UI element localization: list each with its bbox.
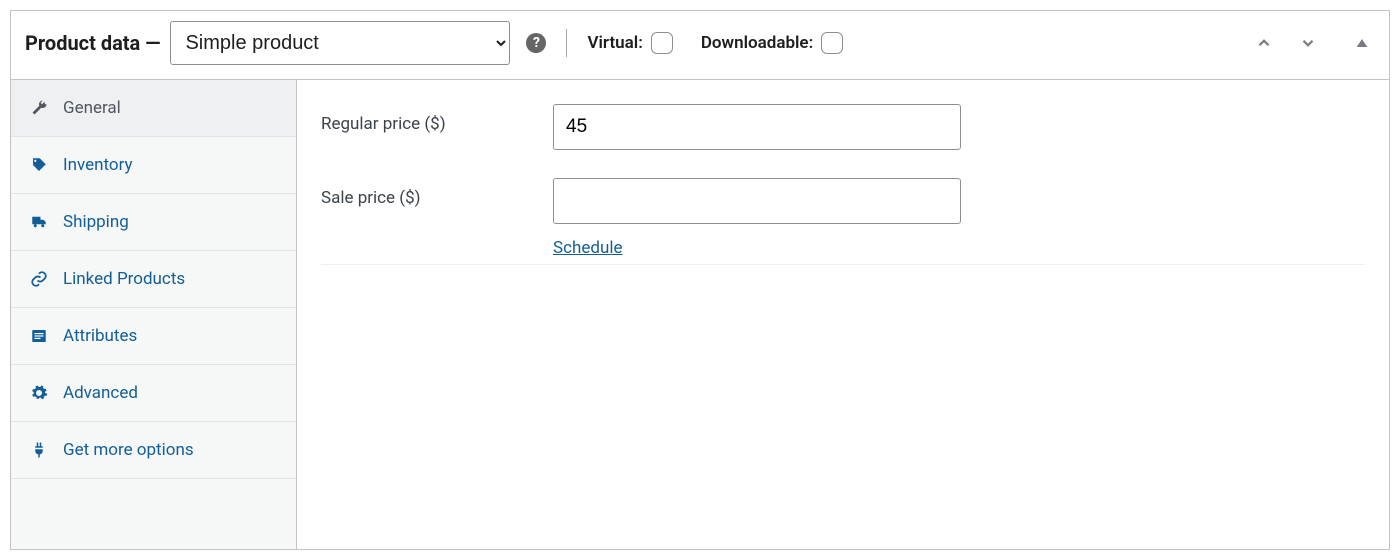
collapse-button[interactable] [1349, 30, 1375, 56]
move-down-button[interactable] [1295, 30, 1321, 56]
tab-label: Advanced [63, 383, 138, 403]
chevron-up-icon [1255, 34, 1273, 52]
tab-general[interactable]: General [11, 80, 296, 137]
tab-linked-products[interactable]: Linked Products [11, 251, 296, 308]
tag-icon [29, 155, 49, 175]
regular-price-input[interactable] [553, 104, 961, 150]
tab-label: Inventory [63, 155, 133, 175]
virtual-checkbox[interactable] [651, 32, 673, 54]
wrench-icon [29, 98, 49, 118]
regular-price-label: Regular price ($) [321, 104, 553, 134]
link-icon [29, 269, 49, 289]
downloadable-toggle[interactable]: Downloadable: [701, 32, 843, 54]
tab-get-more-options[interactable]: Get more options [11, 422, 296, 479]
product-type-select[interactable]: Simple product [170, 21, 510, 65]
list-icon [29, 326, 49, 346]
sale-price-row: Sale price ($) Schedule [321, 178, 1365, 258]
panel-body: General Inventory Shipping Linked Produc… [11, 80, 1389, 549]
tab-inventory[interactable]: Inventory [11, 137, 296, 194]
truck-icon [29, 212, 49, 232]
header-separator [566, 29, 567, 57]
help-icon[interactable]: ? [526, 33, 546, 53]
chevron-down-icon [1299, 34, 1317, 52]
virtual-toggle[interactable]: Virtual: [587, 32, 672, 54]
move-up-button[interactable] [1251, 30, 1277, 56]
downloadable-checkbox[interactable] [821, 32, 843, 54]
panel-title: Product data — [25, 31, 160, 55]
schedule-link[interactable]: Schedule [553, 238, 622, 258]
gear-icon [29, 383, 49, 403]
sale-price-input[interactable] [553, 178, 961, 224]
tab-content-general: Regular price ($) Sale price ($) Schedul… [297, 80, 1389, 549]
product-data-panel: Product data — Simple product ? Virtual:… [10, 10, 1390, 550]
tab-label: Linked Products [63, 269, 185, 289]
tab-label: Get more options [63, 440, 194, 460]
tab-shipping[interactable]: Shipping [11, 194, 296, 251]
downloadable-label: Downloadable: [701, 33, 813, 53]
sale-price-label: Sale price ($) [321, 178, 553, 208]
tab-label: Shipping [63, 212, 129, 232]
tab-advanced[interactable]: Advanced [11, 365, 296, 422]
content-divider [321, 264, 1365, 265]
sale-price-input-wrap: Schedule [553, 178, 961, 258]
triangle-up-icon [1354, 35, 1370, 51]
regular-price-row: Regular price ($) [321, 104, 1365, 150]
tab-label: Attributes [63, 326, 137, 346]
tab-attributes[interactable]: Attributes [11, 308, 296, 365]
tabs-sidebar: General Inventory Shipping Linked Produc… [11, 80, 297, 549]
tab-label: General [63, 98, 121, 118]
regular-price-input-wrap [553, 104, 961, 150]
plug-icon [29, 440, 49, 460]
panel-header: Product data — Simple product ? Virtual:… [11, 11, 1389, 80]
virtual-label: Virtual: [587, 33, 642, 53]
